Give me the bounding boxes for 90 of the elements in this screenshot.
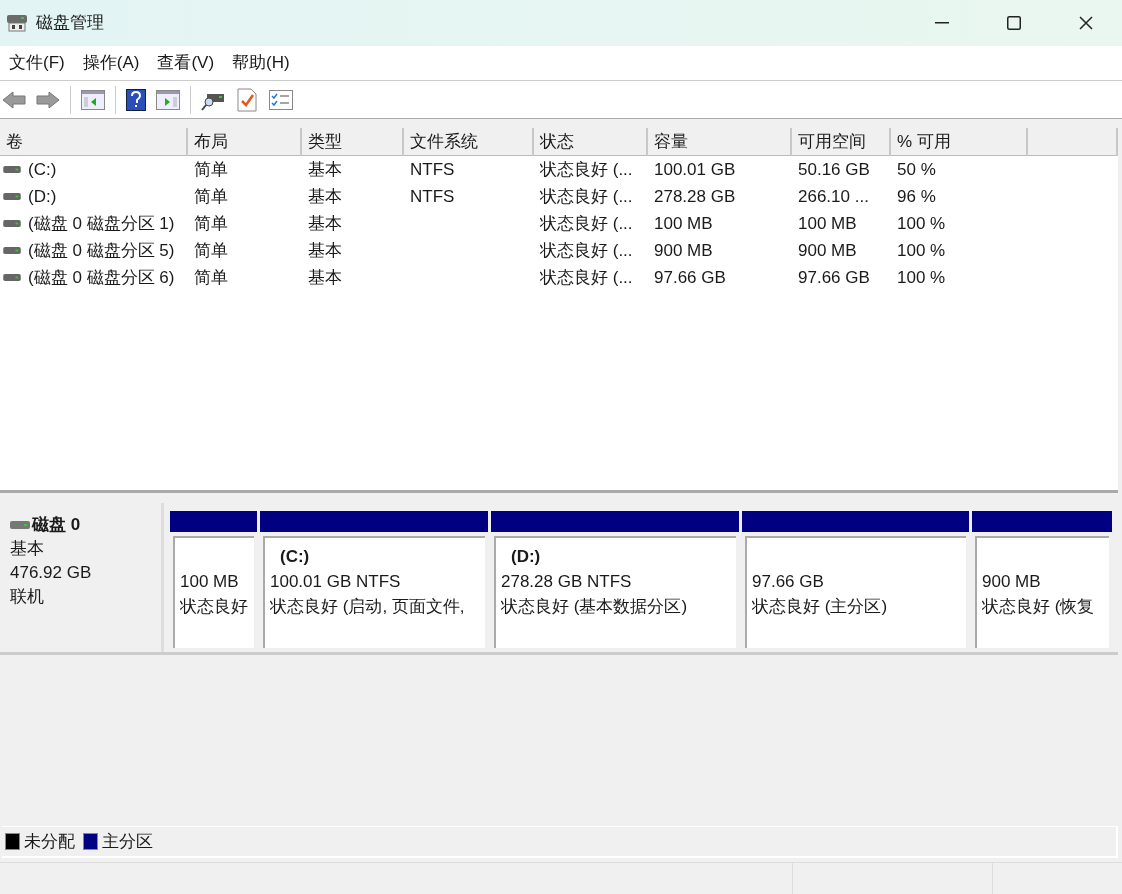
table-cell-text: 简单 <box>194 266 228 289</box>
partition-panel[interactable]: (D:) 278.28 GB NTFS 状态良好 (基本数据分区) <box>494 536 736 648</box>
window-title: 磁盘管理 <box>36 12 104 35</box>
column-header[interactable]: 布局 <box>188 128 302 156</box>
column-header[interactable]: 卷 <box>0 128 188 156</box>
volume-icon <box>2 247 22 254</box>
partition-panel[interactable]: (C:) 100.01 GB NTFS 状态良好 (启动, 页面文件, <box>263 536 485 648</box>
table-cell-text: NTFS <box>410 185 455 208</box>
action-pane-icon[interactable] <box>156 89 180 110</box>
disk-type: 基本 <box>10 538 45 560</box>
table-cell-text: 278.28 GB <box>654 185 736 208</box>
table-cell-text: 100 MB <box>798 212 857 235</box>
table-cell-text: 100 MB <box>654 212 713 235</box>
volume-icon <box>2 193 22 200</box>
table-cell-text: (磁盘 0 磁盘分区 6) <box>28 266 175 289</box>
disk-drive-icon <box>6 14 28 32</box>
partition-panel[interactable]: 900 MB 状态良好 (恢复 <box>975 536 1109 648</box>
table-cell-text: (磁盘 0 磁盘分区 5) <box>28 239 175 262</box>
column-header[interactable]: 文件系统 <box>404 128 534 156</box>
legend-label: 未分配 <box>24 830 75 853</box>
volume-icon <box>2 274 22 281</box>
partition-panel[interactable]: 97.66 GB 状态良好 (主分区) <box>745 536 966 648</box>
table-cell-text: (磁盘 0 磁盘分区 1) <box>28 212 175 235</box>
legend-label: 主分区 <box>102 830 153 853</box>
column-header[interactable]: 可用空间 <box>792 128 891 156</box>
table-cell-text: 状态良好 (... <box>540 158 633 181</box>
volume-icon <box>2 166 22 173</box>
table-cell-text: 基本 <box>308 212 342 235</box>
table-cell-text: 100.01 GB <box>654 158 736 181</box>
table-cell-text: 97.66 GB <box>798 266 870 289</box>
column-header[interactable]: 容量 <box>648 128 792 156</box>
menu-item[interactable]: 操作(A) <box>73 48 149 78</box>
table-cell-text: 96 % <box>897 185 936 208</box>
partition-label: (D:) <box>510 546 542 568</box>
table-cell-text: 100 % <box>897 266 946 289</box>
table-cell-text: 50.16 GB <box>798 158 870 181</box>
table-cell-text: 97.66 GB <box>654 266 726 289</box>
partition-status: 状态良好 (启动, 页面文件, <box>270 596 466 618</box>
partition-status: 状态良好 <box>180 596 249 618</box>
table-cell-text: (D:) <box>28 185 57 208</box>
back-arrow-icon[interactable] <box>2 89 26 110</box>
forward-arrow-icon[interactable] <box>36 89 60 110</box>
table-cell-text: 100 % <box>897 212 946 235</box>
table-cell-text: 状态良好 (... <box>540 185 633 208</box>
table-cell-text: NTFS <box>410 158 455 181</box>
table-cell-text: 900 MB <box>654 239 713 262</box>
table-cell-text: 简单 <box>194 185 228 208</box>
table-cell-text: 基本 <box>308 185 342 208</box>
table-cell-text: 简单 <box>194 239 228 262</box>
table-cell-text: 900 MB <box>798 239 857 262</box>
partition-status: 状态良好 (主分区) <box>752 596 889 618</box>
table-cell-text: 基本 <box>308 158 342 181</box>
table-cell-text: 基本 <box>308 266 342 289</box>
column-header[interactable]: % 可用 <box>891 128 1028 156</box>
table-cell-text: (C:) <box>28 158 57 181</box>
table-cell-text: 基本 <box>308 239 342 262</box>
table-cell-text: 状态良好 (... <box>540 239 633 262</box>
disk-size: 476.92 GB <box>10 562 93 584</box>
table-cell-text: 266.10 ... <box>798 185 869 208</box>
menu-item[interactable]: 文件(F) <box>0 48 74 78</box>
table-cell-text: 100 % <box>897 239 946 262</box>
column-header[interactable]: 状态 <box>534 128 648 156</box>
disk-drive-icon <box>10 521 30 529</box>
disk-name: 磁盘 0 <box>32 514 81 536</box>
table-cell-text: 状态良好 (... <box>540 266 633 289</box>
console-tree-icon[interactable] <box>81 89 105 110</box>
checked-document-icon[interactable] <box>237 87 257 112</box>
help-icon[interactable] <box>126 88 146 111</box>
partition-size: 97.66 GB <box>752 571 825 593</box>
partition-size: 900 MB <box>982 571 1042 593</box>
table-cell-text: 简单 <box>194 158 228 181</box>
partition-size: 278.28 GB NTFS <box>501 571 633 593</box>
table-cell-text: 50 % <box>897 158 936 181</box>
column-header[interactable]: 类型 <box>302 128 404 156</box>
maximize-icon <box>1007 16 1021 30</box>
disk-status: 联机 <box>10 586 45 608</box>
partition-panel[interactable]: 100 MB 状态良好 <box>173 536 254 648</box>
menu-item[interactable]: 查看(V) <box>148 48 224 78</box>
checklist-icon[interactable] <box>269 89 293 110</box>
table-cell-text: 状态良好 (... <box>540 212 633 235</box>
partition-status: 状态良好 (基本数据分区) <box>501 596 689 618</box>
close-icon <box>1079 16 1093 30</box>
partition-size: 100 MB <box>180 571 240 593</box>
volume-icon <box>2 220 22 227</box>
partition-label: (C:) <box>279 546 311 568</box>
table-cell-text: 简单 <box>194 212 228 235</box>
partition-status: 状态良好 (恢复 <box>982 596 1096 618</box>
partition-size: 100.01 GB NTFS <box>270 571 402 593</box>
menu-item[interactable]: 帮助(H) <box>223 48 299 78</box>
minimize-icon <box>935 22 949 24</box>
